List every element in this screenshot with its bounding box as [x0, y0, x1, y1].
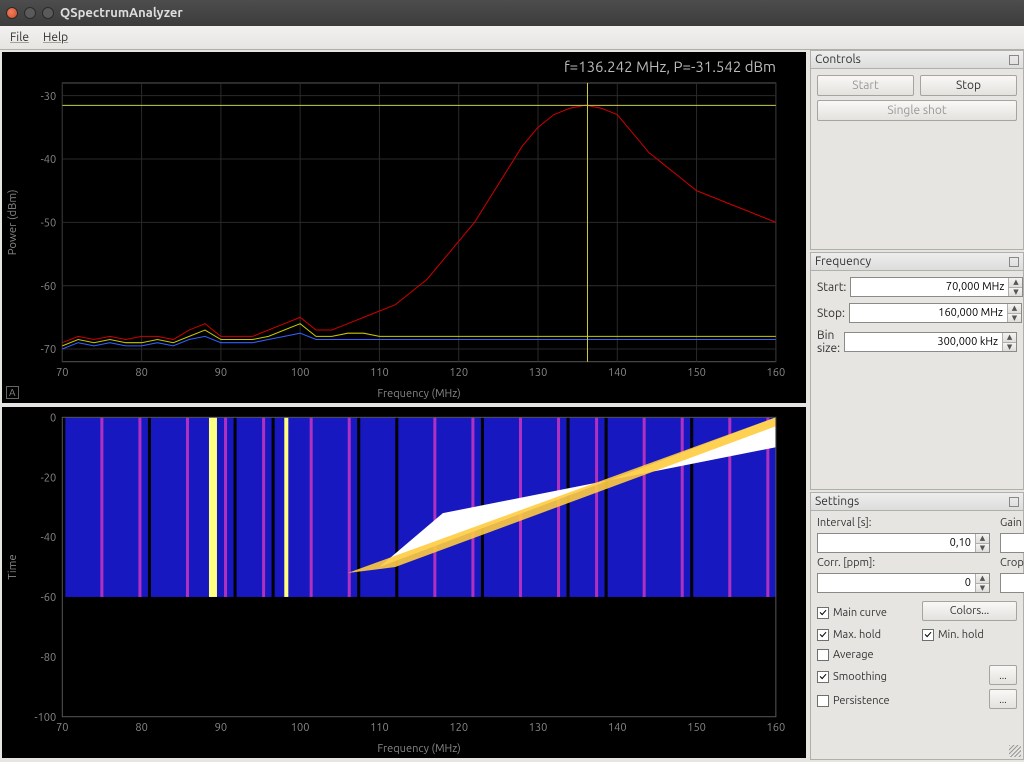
spin-down-icon[interactable]: ▼ [1009, 288, 1022, 297]
svg-text:140: 140 [608, 367, 627, 379]
autoscale-icon[interactable]: A [6, 386, 19, 399]
freq-stop-label: Stop: [817, 307, 845, 320]
menu-file[interactable]: File [4, 29, 35, 46]
svg-text:130: 130 [529, 722, 548, 734]
persistence-settings-button[interactable]: ... [989, 689, 1017, 709]
spin-up-icon[interactable]: ▲ [1003, 333, 1016, 343]
frequency-title: Frequency [811, 253, 1023, 271]
interval-label: Interval [s]: [817, 517, 990, 529]
svg-text:0: 0 [50, 412, 56, 424]
stop-button[interactable]: Stop [920, 75, 1017, 96]
svg-text:110: 110 [370, 367, 389, 379]
spin-down-icon[interactable]: ▼ [1008, 314, 1021, 323]
svg-text:Frequency (MHz): Frequency (MHz) [377, 743, 460, 755]
svg-text:90: 90 [215, 722, 227, 734]
menubar: File Help [0, 26, 1024, 50]
smoothing-checkbox[interactable] [817, 671, 829, 683]
svg-text:140: 140 [608, 722, 627, 734]
smoothing-settings-button[interactable]: ... [989, 665, 1017, 685]
svg-text:100: 100 [291, 367, 310, 379]
svg-text:120: 120 [449, 367, 468, 379]
maxhold-checkbox[interactable] [817, 629, 829, 641]
spin-up-icon[interactable]: ▲ [1008, 304, 1021, 314]
svg-text:Frequency (MHz): Frequency (MHz) [377, 388, 460, 400]
sidebar: Controls Start Stop Single shot Frequenc… [810, 50, 1024, 762]
window-title: QSpectrumAnalyzer [60, 6, 183, 20]
svg-text:130: 130 [529, 367, 548, 379]
crop-label: Crop [%]: [1000, 557, 1024, 569]
gain-label: Gain [dB]: [1000, 517, 1024, 529]
svg-text:160: 160 [767, 367, 786, 379]
svg-text:160: 160 [767, 722, 786, 734]
average-checkbox[interactable] [817, 649, 829, 661]
svg-text:-40: -40 [41, 532, 57, 544]
svg-text:70: 70 [56, 722, 68, 734]
undock-icon[interactable] [1009, 497, 1019, 507]
svg-text:150: 150 [687, 722, 706, 734]
undock-icon[interactable] [1009, 257, 1019, 267]
maximize-icon[interactable] [42, 7, 54, 19]
svg-text:120: 120 [449, 722, 468, 734]
spin-up-icon[interactable]: ▲ [1009, 278, 1022, 288]
freq-start-input[interactable]: ▲▼ [850, 277, 1023, 297]
svg-text:110: 110 [370, 722, 389, 734]
close-icon[interactable] [6, 7, 18, 19]
persistence-checkbox[interactable] [817, 695, 829, 707]
svg-text:70: 70 [56, 367, 68, 379]
svg-text:-100: -100 [34, 712, 56, 724]
svg-text:-60: -60 [41, 281, 57, 293]
freq-stop-input[interactable]: ▲▼ [849, 303, 1022, 323]
corr-input[interactable]: ▲▼ [817, 573, 990, 593]
start-button[interactable]: Start [817, 75, 914, 96]
colors-button[interactable]: Colors... [922, 601, 1017, 621]
svg-text:-70: -70 [41, 344, 57, 356]
gain-input[interactable]: ▲▼ [1000, 533, 1024, 553]
spin-down-icon[interactable]: ▼ [1003, 343, 1016, 352]
svg-text:-80: -80 [41, 652, 57, 664]
interval-input[interactable]: ▲▼ [817, 533, 990, 553]
titlebar: QSpectrumAnalyzer [0, 0, 1024, 26]
svg-text:Power (dBm): Power (dBm) [7, 189, 19, 255]
single-shot-button[interactable]: Single shot [817, 100, 1017, 121]
undock-icon[interactable] [1009, 55, 1019, 65]
maincurve-checkbox[interactable] [817, 607, 829, 619]
svg-text:80: 80 [135, 367, 147, 379]
svg-text:-20: -20 [41, 472, 57, 484]
svg-text:150: 150 [687, 367, 706, 379]
svg-text:100: 100 [291, 722, 310, 734]
svg-text:-30: -30 [41, 91, 57, 103]
spectrum-plot[interactable]: f=136.242 MHz, P=-31.542 dBm 70 80 90 100 11… [2, 52, 806, 403]
svg-text:80: 80 [135, 722, 147, 734]
minimize-icon[interactable] [24, 7, 36, 19]
minhold-checkbox[interactable] [922, 629, 934, 641]
freq-bin-label: Bin size: [817, 329, 840, 355]
svg-text:Time: Time [7, 554, 19, 579]
svg-text:-60: -60 [41, 592, 57, 604]
controls-title: Controls [811, 51, 1023, 69]
waterfall-plot[interactable]: 70 80 90 100 110 120 130 140 150 160 0 -20 -40 -60 -80… [2, 407, 806, 758]
svg-text:-40: -40 [41, 154, 57, 166]
svg-text:90: 90 [215, 367, 227, 379]
svg-text:-50: -50 [41, 217, 57, 229]
cursor-readout: f=136.242 MHz, P=-31.542 dBm [564, 58, 776, 75]
freq-start-label: Start: [817, 281, 846, 294]
menu-help[interactable]: Help [37, 29, 74, 46]
resize-grip-icon[interactable] [1009, 745, 1021, 757]
settings-title: Settings [811, 493, 1023, 511]
crop-input[interactable]: ▲▼ [1000, 573, 1024, 593]
freq-bin-input[interactable]: ▲▼ [844, 332, 1017, 352]
corr-label: Corr. [ppm]: [817, 557, 990, 569]
